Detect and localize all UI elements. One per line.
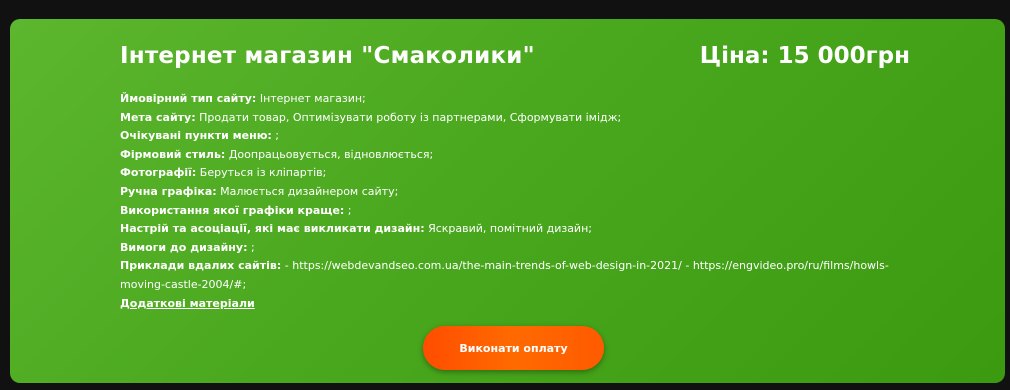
detail-label: Приклади вдалих сайтів:	[120, 259, 282, 273]
detail-row-brand-style: Фірмовий стиль: Доопрацьовується, віднов…	[120, 146, 890, 165]
detail-value: ;	[344, 203, 352, 217]
detail-value: Малюється дизайнером сайту;	[216, 184, 399, 198]
details-list: Ймовірний тип сайту: Інтернет магазин; М…	[120, 90, 890, 313]
detail-label: Фірмовий стиль:	[120, 147, 226, 161]
detail-label: Використання якої графіки краще:	[120, 203, 345, 217]
detail-value: ;	[247, 240, 255, 254]
detail-label: Ручна графіка:	[120, 184, 217, 198]
detail-row-site-goal: Мета сайту: Продати товар, Оптимізувати …	[120, 109, 890, 128]
detail-label: Очікувані пункти меню:	[120, 129, 272, 143]
detail-row-menu-items: Очікувані пункти меню: ;	[120, 127, 890, 146]
detail-label: Ймовірний тип сайту:	[120, 92, 257, 105]
detail-row-graphics-use: Використання якої графіки краще: ;	[120, 202, 890, 221]
detail-label: Мета сайту:	[120, 110, 196, 124]
order-card: Інтернет магазин "Смаколики" Ціна: 15 00…	[10, 19, 1005, 383]
detail-value: Беруться із кліпартів;	[196, 166, 327, 180]
pay-button[interactable]: Виконати оплату	[423, 326, 604, 370]
detail-label: Вимоги до дизайну:	[120, 240, 248, 254]
detail-row-example-sites: Приклади вдалих сайтів: - https://webdev…	[120, 257, 890, 294]
detail-value: Доопрацьовується, відновлюється;	[225, 147, 434, 161]
detail-value: Продати товар, Оптимізувати роботу із па…	[195, 110, 622, 124]
detail-value: ;	[271, 129, 279, 143]
additional-materials-link[interactable]: Додаткові матеріали	[120, 297, 255, 310]
detail-value: Яскравий, помітний дизайн;	[424, 222, 592, 236]
detail-row-site-type: Ймовірний тип сайту: Інтернет магазин;	[120, 90, 890, 109]
detail-row-design-requirements: Вимоги до дизайну: ;	[120, 239, 890, 258]
detail-row-photos: Фотографії: Беруться із кліпартів;	[120, 164, 890, 183]
card-title: Інтернет магазин "Смаколики"	[120, 43, 535, 69]
detail-label: Фотографії:	[120, 166, 197, 180]
detail-label: Настрій та асоціації, які має викликати …	[120, 222, 425, 236]
detail-value: Інтернет магазин;	[256, 92, 366, 105]
detail-row-mood: Настрій та асоціації, які має викликати …	[120, 220, 890, 239]
price-label: Ціна: 15 000грн	[699, 43, 910, 69]
detail-row-hand-graphics: Ручна графіка: Малюється дизайнером сайт…	[120, 183, 890, 202]
detail-row-materials: Додаткові матеріали	[120, 295, 890, 314]
